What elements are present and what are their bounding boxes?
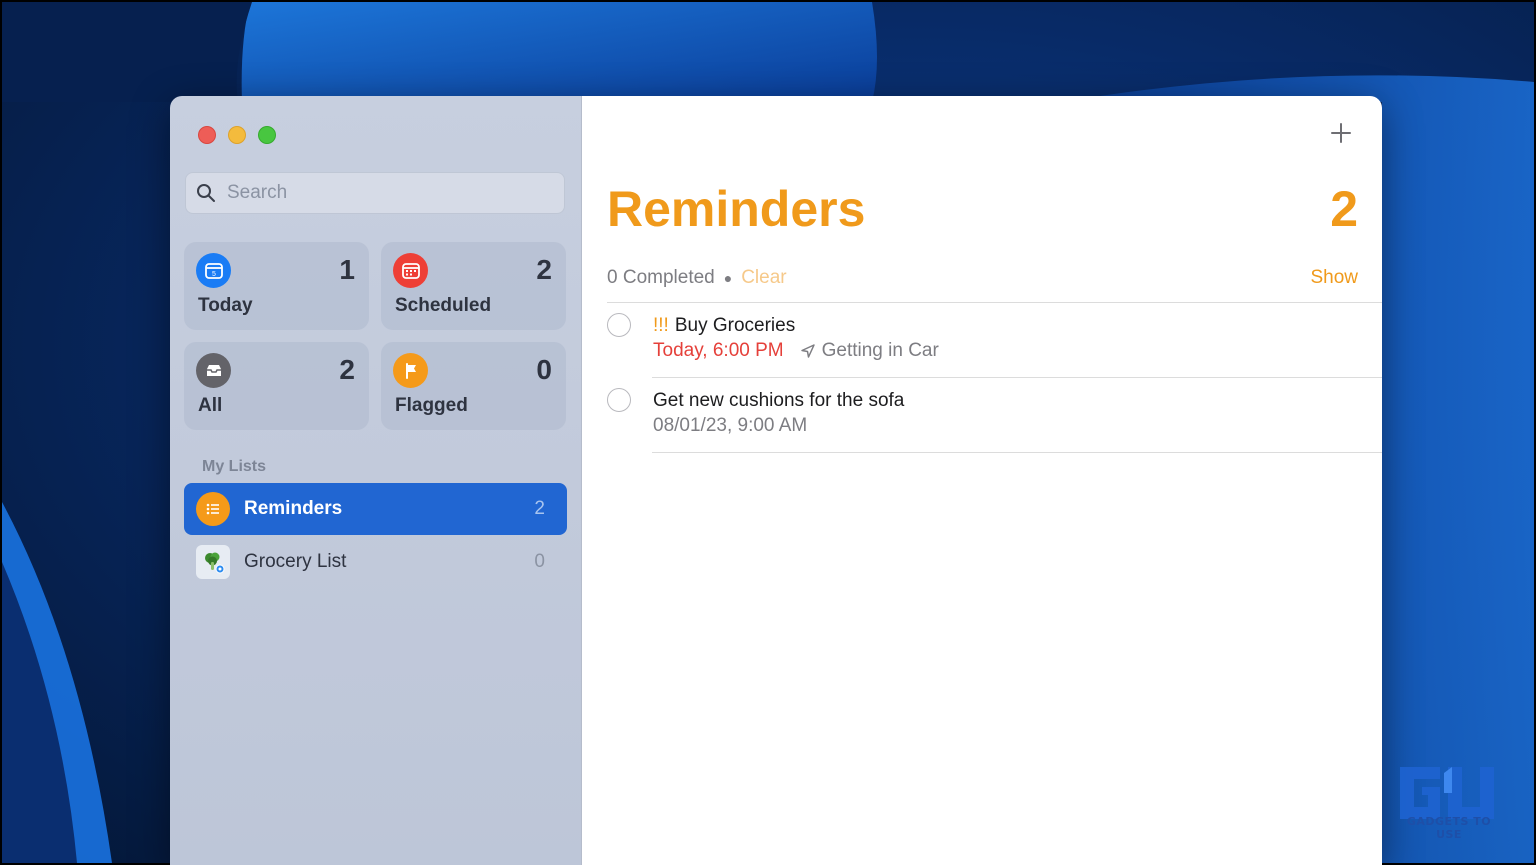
traffic-lights bbox=[198, 126, 276, 144]
list-count: 0 bbox=[534, 551, 545, 572]
calendar-today-icon: 5 bbox=[196, 253, 231, 288]
all-count: 2 bbox=[339, 354, 355, 385]
reminder-title-line[interactable]: Get new cushions for the sofa bbox=[653, 390, 904, 412]
reminders-window: 5 1 Today 2 Scheduled bbox=[170, 96, 1382, 865]
today-count: 1 bbox=[339, 254, 355, 285]
flagged-label: Flagged bbox=[395, 395, 468, 416]
search-input[interactable] bbox=[225, 181, 549, 205]
separator-dot: ● bbox=[723, 270, 733, 286]
sidebar: 5 1 Today 2 Scheduled bbox=[170, 96, 582, 865]
list-item-reminders[interactable]: Reminders 2 bbox=[184, 483, 567, 535]
flagged-count: 0 bbox=[536, 354, 552, 385]
close-button[interactable] bbox=[198, 126, 216, 144]
all-label: All bbox=[198, 395, 223, 416]
smart-list-today[interactable]: 5 1 Today bbox=[184, 242, 369, 330]
calendar-scheduled-icon bbox=[393, 253, 428, 288]
reminder-count: 2 bbox=[1330, 181, 1358, 237]
reminder-title[interactable]: Buy Groceries bbox=[675, 315, 795, 336]
list-item-grocery[interactable]: Grocery List 0 bbox=[184, 536, 567, 588]
completed-bar: 0 Completed ● Clear Show bbox=[607, 266, 1358, 290]
flag-icon bbox=[393, 353, 428, 388]
show-completed-button[interactable]: Show bbox=[1310, 267, 1358, 289]
due-date: 08/01/23, 9:00 AM bbox=[653, 415, 808, 436]
reminder-title-line[interactable]: !!! Buy Groceries bbox=[653, 315, 795, 337]
reminder-title[interactable]: Get new cushions for the sofa bbox=[653, 390, 904, 411]
plus-icon bbox=[1331, 123, 1351, 143]
divider bbox=[652, 452, 1382, 453]
page-title: Reminders bbox=[607, 181, 866, 237]
completed-count: 0 Completed bbox=[607, 267, 715, 288]
main-pane: Reminders 2 0 Completed ● Clear Show !!!… bbox=[582, 96, 1382, 865]
priority-marker: !!! bbox=[653, 315, 669, 336]
location-trigger: Getting in Car bbox=[821, 340, 939, 361]
scheduled-count: 2 bbox=[536, 254, 552, 285]
reminder-checkbox[interactable] bbox=[607, 388, 631, 412]
svg-text:5: 5 bbox=[212, 271, 216, 278]
zoom-button[interactable] bbox=[258, 126, 276, 144]
smart-list-scheduled[interactable]: 2 Scheduled bbox=[381, 242, 566, 330]
today-label: Today bbox=[198, 295, 253, 316]
list-name: Reminders bbox=[244, 498, 343, 519]
my-lists-heading: My Lists bbox=[202, 458, 267, 475]
watermark-text: GADGETS TO USE bbox=[1406, 815, 1492, 841]
location-arrow-icon bbox=[800, 344, 815, 358]
due-date: Today, 6:00 PM bbox=[653, 340, 784, 361]
smart-list-flagged[interactable]: 0 Flagged bbox=[381, 342, 566, 430]
reminder-details: 08/01/23, 9:00 AM bbox=[653, 415, 807, 437]
list-bullet-icon bbox=[196, 492, 230, 526]
minimize-button[interactable] bbox=[228, 126, 246, 144]
list-count: 2 bbox=[534, 498, 545, 519]
clear-completed-button[interactable]: Clear bbox=[741, 267, 786, 289]
search-bar bbox=[185, 172, 565, 214]
reminder-item[interactable]: Get new cushions for the sofa 08/01/23, … bbox=[607, 378, 1382, 453]
reminder-checkbox[interactable] bbox=[607, 313, 631, 337]
watermark-logo: GADGETS TO USE bbox=[1394, 763, 1504, 841]
search-icon bbox=[197, 184, 215, 202]
reminder-details: Today, 6:00 PM Getting in Car bbox=[653, 340, 939, 362]
smart-list-all[interactable]: 2 All bbox=[184, 342, 369, 430]
reminder-item[interactable]: !!! Buy Groceries Today, 6:00 PM Getting … bbox=[607, 303, 1382, 378]
broccoli-icon bbox=[196, 545, 230, 579]
list-name: Grocery List bbox=[244, 551, 347, 572]
add-reminder-button[interactable] bbox=[1326, 118, 1356, 148]
tray-icon bbox=[196, 353, 231, 388]
scheduled-label: Scheduled bbox=[395, 295, 492, 316]
